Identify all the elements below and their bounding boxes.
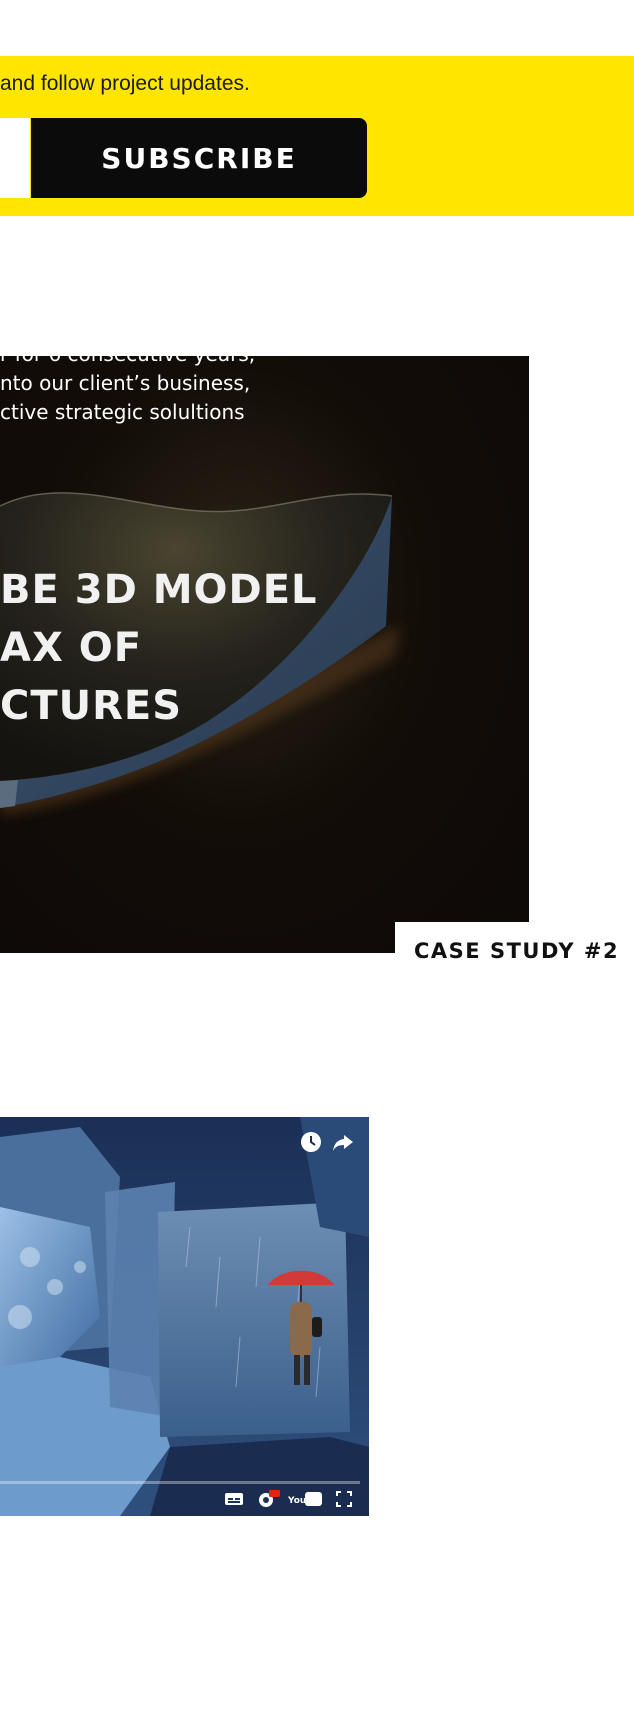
intro-line: ctive strategic solultions — [0, 400, 245, 424]
case-study-label-box[interactable]: CASE STUDY #2 — [395, 922, 634, 980]
case-study-intro: r for 6 consecutive years, nto our clien… — [0, 356, 260, 427]
watch-later-icon[interactable] — [298, 1129, 324, 1155]
email-input[interactable] — [0, 118, 30, 198]
youtube-wordmark: You — [287, 1496, 306, 1506]
progress-bar[interactable] — [0, 1481, 360, 1484]
captions-icon[interactable] — [224, 1489, 244, 1509]
subscribe-button[interactable]: SUBSCRIBE — [31, 118, 367, 198]
intro-line: nto our client’s business, — [0, 371, 251, 395]
case-study-label: CASE STUDY #2 — [414, 939, 620, 963]
video-thumbnail — [0, 1117, 369, 1516]
headline-line: AX OF — [0, 625, 143, 671]
headline-line: CTURES — [0, 683, 183, 729]
youtube-logo[interactable]: You — [287, 1489, 323, 1509]
video-player[interactable]: You — [0, 1117, 369, 1516]
case-study-headline: BE 3D MODEL AX OF CTURES — [0, 561, 318, 735]
headline-line: BE 3D MODEL — [0, 567, 318, 613]
settings-icon[interactable] — [256, 1489, 280, 1509]
share-icon[interactable] — [330, 1129, 356, 1155]
fullscreen-icon[interactable] — [335, 1489, 353, 1509]
case-study-image[interactable]: r for 6 consecutive years, nto our clien… — [0, 356, 529, 953]
subscribe-banner: and follow project updates. SUBSCRIBE — [0, 56, 634, 216]
subscribe-description: and follow project updates. — [0, 72, 250, 95]
intro-line: r for 6 consecutive years, — [0, 356, 260, 369]
